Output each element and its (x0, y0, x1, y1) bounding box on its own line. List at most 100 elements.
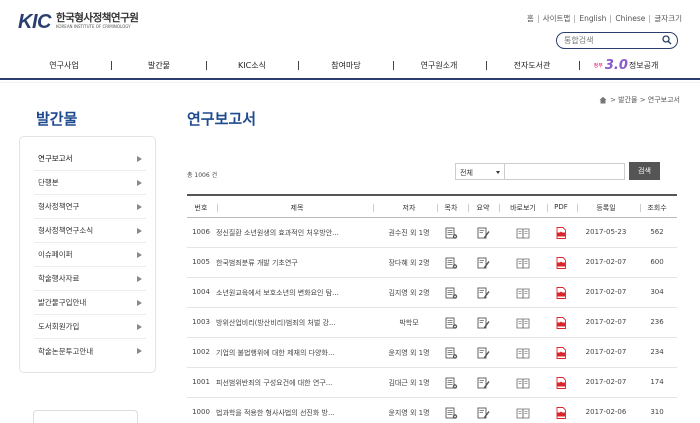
gnb-gov30-info[interactable]: 정부 3.0 정보공개 (593, 59, 659, 72)
gnb-publications[interactable]: 발간물 (148, 60, 170, 71)
breadcrumb: > 발간물 > 연구보고서 (599, 95, 680, 105)
sidebar-item-submission-guide[interactable]: 학술논문투고안내 (34, 339, 146, 363)
keyword-input[interactable] (505, 163, 625, 180)
row-title-link[interactable]: 소년원교육에서 보호소년의 변화요인 탐... (216, 288, 339, 298)
sidebar-item-newsletter[interactable]: 형사정책연구소식 (34, 219, 146, 243)
row-title-link[interactable]: 피선범위반죄의 구성요건에 대한 연구... (216, 378, 332, 388)
view-book-icon[interactable] (516, 316, 530, 330)
row-views: 304 (650, 288, 664, 296)
toc-icon[interactable] (444, 346, 458, 360)
view-book-icon[interactable] (516, 346, 530, 360)
sidebar-item-event-materials[interactable]: 학술행사자료 (34, 267, 146, 291)
search-field-select[interactable]: 전체 (455, 163, 505, 180)
col-view: 바로보기 (510, 204, 536, 212)
table-row: 1006 정신질환 소년원생의 효과적인 처우방안... 권수진 외 1명 2017-… (187, 218, 677, 248)
pdf-icon[interactable] (554, 346, 568, 360)
global-search (556, 32, 678, 49)
arrow-right-icon (137, 179, 142, 186)
util-home-link[interactable]: 홈 (523, 15, 538, 23)
col-title: 제목 (290, 204, 304, 212)
gnb-divider (486, 61, 487, 70)
chevron-down-icon (496, 171, 500, 174)
header-divider (468, 204, 469, 212)
gnb-divider (206, 61, 207, 70)
sidebar-item-purchase-guide[interactable]: 발간물구입안내 (34, 291, 146, 315)
gnb-about[interactable]: 연구원소개 (421, 60, 458, 71)
row-number: 1000 (192, 408, 210, 416)
table-body: 1006 정신질환 소년원생의 효과적인 처우방안... 권수진 외 1명 2017-… (187, 218, 677, 423)
toc-icon[interactable] (444, 406, 458, 420)
gov30-small-text: 정부 (593, 63, 603, 69)
pdf-icon[interactable] (554, 376, 568, 390)
logo[interactable]: KIC 한국형사정책연구원 KOREAN INSTITUTE OF CRIMIN… (18, 12, 139, 32)
header-divider (373, 204, 374, 212)
summary-icon[interactable] (476, 316, 490, 330)
pdf-icon[interactable] (554, 226, 568, 240)
summary-icon[interactable] (476, 346, 490, 360)
gnb-divider (393, 61, 394, 70)
summary-icon[interactable] (476, 286, 490, 300)
global-search-input[interactable] (564, 34, 659, 47)
util-font-size-link[interactable]: 글자크기 (649, 15, 686, 23)
summary-icon[interactable] (476, 376, 490, 390)
view-book-icon[interactable] (516, 286, 530, 300)
sidebar-item-label: 학술논문투고안내 (38, 346, 94, 356)
sidebar-item-issue-paper[interactable]: 이슈페이퍼 (34, 243, 146, 267)
summary-icon[interactable] (476, 256, 490, 270)
pdf-icon[interactable] (554, 406, 568, 420)
arrow-right-icon (137, 227, 142, 234)
toc-icon[interactable] (444, 226, 458, 240)
sidebar-item-books[interactable]: 단행본 (34, 171, 146, 195)
arrow-right-icon (137, 251, 142, 258)
row-title-link[interactable]: 방위산업비리(방산비리)범죄의 처벌 강... (216, 318, 336, 328)
util-english-link[interactable]: English (574, 15, 610, 23)
table-row: 1003 방위산업비리(방산비리)범죄의 처벌 강... 박학모 2017-02-07… (187, 308, 677, 338)
header-divider (437, 204, 438, 212)
row-author: 윤지영 외 1명 (388, 349, 430, 357)
pdf-icon[interactable] (554, 316, 568, 330)
gnb-research[interactable]: 연구사업 (49, 60, 78, 71)
gnb-divider (298, 61, 299, 70)
gov30-label: 정보공개 (628, 61, 659, 70)
sidebar-item-research-reports[interactable]: 연구보고서 (34, 147, 146, 171)
sidebar-banner[interactable] (33, 410, 138, 423)
toc-icon[interactable] (444, 256, 458, 270)
logo-name-ko: 한국형사정책연구원 (55, 12, 139, 24)
sidebar-item-label: 연구보고서 (38, 154, 73, 163)
summary-icon[interactable] (476, 226, 490, 240)
search-button[interactable]: 검색 (629, 162, 660, 180)
view-book-icon[interactable] (516, 256, 530, 270)
row-date: 2017-02-07 (585, 348, 627, 356)
toc-icon[interactable] (444, 316, 458, 330)
summary-icon[interactable] (476, 406, 490, 420)
page-title: 연구보고서 (187, 110, 257, 128)
row-date: 2017-02-06 (585, 408, 627, 416)
pdf-icon[interactable] (554, 256, 568, 270)
toc-icon[interactable] (444, 286, 458, 300)
view-book-icon[interactable] (516, 226, 530, 240)
sidebar-item-label: 학술행사자료 (38, 274, 80, 283)
row-date: 2017-02-07 (585, 318, 627, 326)
table-header: 번호 제목 저자 목차 요약 바로보기 PDF 등록일 조회수 (187, 194, 677, 218)
sidebar-item-library-membership[interactable]: 도서회원가입 (34, 315, 146, 339)
gnb-participation[interactable]: 참여마당 (331, 60, 360, 71)
gnb-news[interactable]: KIC소식 (238, 60, 266, 71)
row-date: 2017-02-07 (585, 378, 627, 386)
view-book-icon[interactable] (516, 376, 530, 390)
home-icon[interactable] (599, 96, 607, 104)
util-chinese-link[interactable]: Chinese (610, 15, 649, 23)
row-title-link[interactable]: 기업의 불법행위에 대한 제재의 다양화... (216, 348, 335, 358)
gnb-e-library[interactable]: 전자도서관 (514, 60, 551, 71)
sidebar-item-journal[interactable]: 형사정책연구 (34, 195, 146, 219)
toc-icon[interactable] (444, 376, 458, 390)
table-row: 1000 법과학을 적용한 형사사법의 선진화 방... 윤지영 외 1명 2017-… (187, 398, 677, 423)
row-title-link[interactable]: 한국범죄분류 개발 기초연구 (216, 258, 298, 268)
row-title-link[interactable]: 법과학을 적용한 형사사법의 선진화 방... (216, 408, 335, 418)
main-navigation: 연구사업 발간물 KIC소식 참여마당 연구원소개 전자도서관 정부 3.0 정… (0, 52, 700, 80)
result-count: 총 1006 건 (187, 172, 218, 179)
search-icon[interactable] (662, 35, 672, 45)
row-title-link[interactable]: 정신질환 소년원생의 효과적인 처우방안... (216, 228, 339, 238)
pdf-icon[interactable] (554, 286, 568, 300)
view-book-icon[interactable] (516, 406, 530, 420)
util-sitemap-link[interactable]: 사이트맵 (537, 15, 575, 23)
